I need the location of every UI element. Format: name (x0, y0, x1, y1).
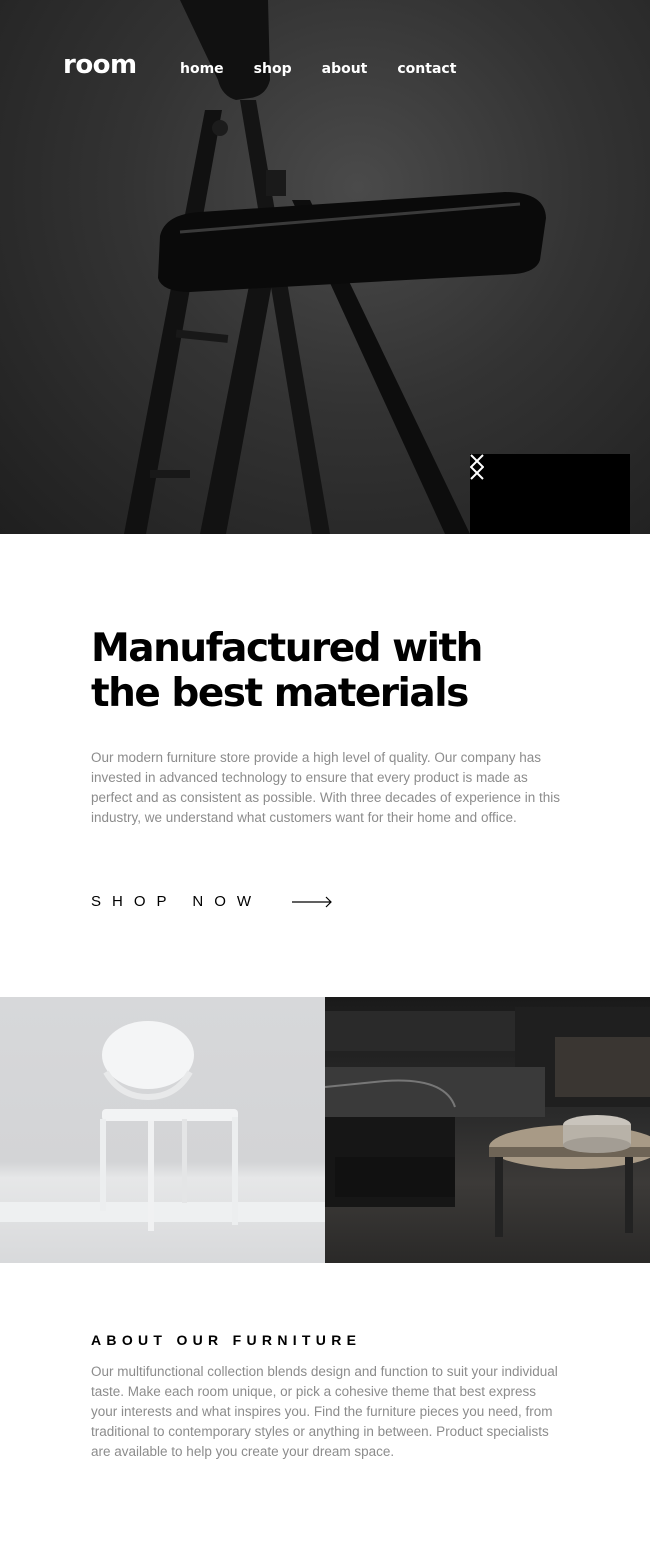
nav-about[interactable]: about (322, 62, 368, 76)
white-chair-image (0, 997, 325, 1263)
about-section: ABOUT OUR FURNITURE Our multifunctional … (91, 1332, 561, 1462)
nav-shop[interactable]: shop (254, 62, 292, 76)
nav-home[interactable]: home (180, 62, 224, 76)
logo[interactable]: room (63, 52, 137, 78)
slider-controls (470, 454, 630, 534)
living-room-illustration (325, 1007, 650, 1237)
chevron-right-icon (470, 454, 484, 480)
hero-section: room home shop about contact (0, 0, 650, 534)
living-room-image (325, 997, 650, 1263)
next-slide-button[interactable] (470, 454, 630, 534)
intro-section: Manufactured with the best materials Our… (91, 626, 561, 828)
main-nav: home shop about contact (180, 62, 486, 76)
nav-contact[interactable]: contact (397, 62, 456, 76)
about-title: ABOUT OUR FURNITURE (91, 1332, 362, 1348)
white-chair-illustration (0, 1021, 325, 1231)
shop-now-link[interactable]: SHOP NOW (91, 893, 333, 910)
about-body: Our multifunctional collection blends de… (91, 1364, 558, 1459)
intro-title: Manufactured with the best materials (91, 626, 483, 716)
intro-body: Our modern furniture store provide a hig… (91, 750, 561, 825)
shop-now-label: SHOP NOW (91, 893, 263, 910)
arrow-right-icon (292, 896, 332, 907)
